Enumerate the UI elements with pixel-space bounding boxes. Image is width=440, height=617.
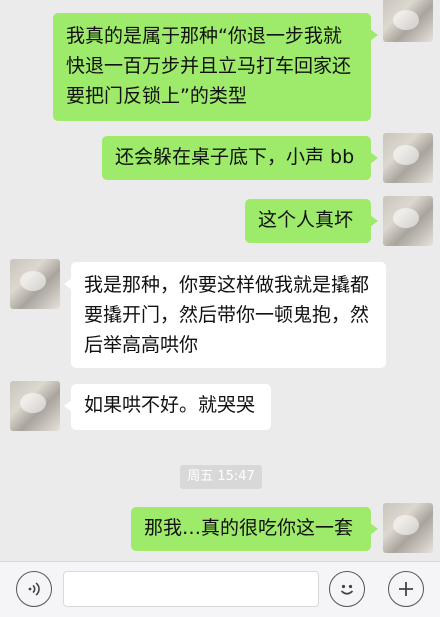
chat-timestamp: 周五 15:47	[180, 465, 262, 489]
message-bubble-received[interactable]: 我是那种，你要这样做我就是撬都要撬开门，然后带你一顿鬼抱，然后举高高哄你	[64, 262, 386, 368]
contact-avatar[interactable]	[10, 381, 60, 431]
contact-avatar[interactable]	[10, 259, 60, 309]
sender-avatar[interactable]	[383, 133, 433, 183]
sender-avatar[interactable]	[383, 503, 433, 553]
plus-icon[interactable]	[388, 571, 424, 607]
smiley-face-icon[interactable]	[329, 571, 365, 607]
message-bubble-sent[interactable]: 还会躲在桌子底下，小声 bb	[102, 136, 378, 180]
sender-avatar[interactable]	[383, 0, 433, 42]
message-input[interactable]	[63, 571, 319, 607]
message-bubble-sent[interactable]: 这个人真坏	[245, 199, 378, 243]
sender-avatar[interactable]	[383, 196, 433, 246]
message-bubble-sent[interactable]: 我真的是属于那种“你退一步我就快退一百万步并且立马打车回家还要把门反锁上”的类型	[53, 13, 378, 121]
message-bubble-sent[interactable]: 那我…真的很吃你这一套	[131, 507, 378, 551]
chat-input-bar	[0, 561, 440, 617]
message-bubble-received[interactable]: 如果哄不好。就哭哭	[64, 384, 271, 430]
voice-wave-icon[interactable]	[16, 571, 52, 607]
